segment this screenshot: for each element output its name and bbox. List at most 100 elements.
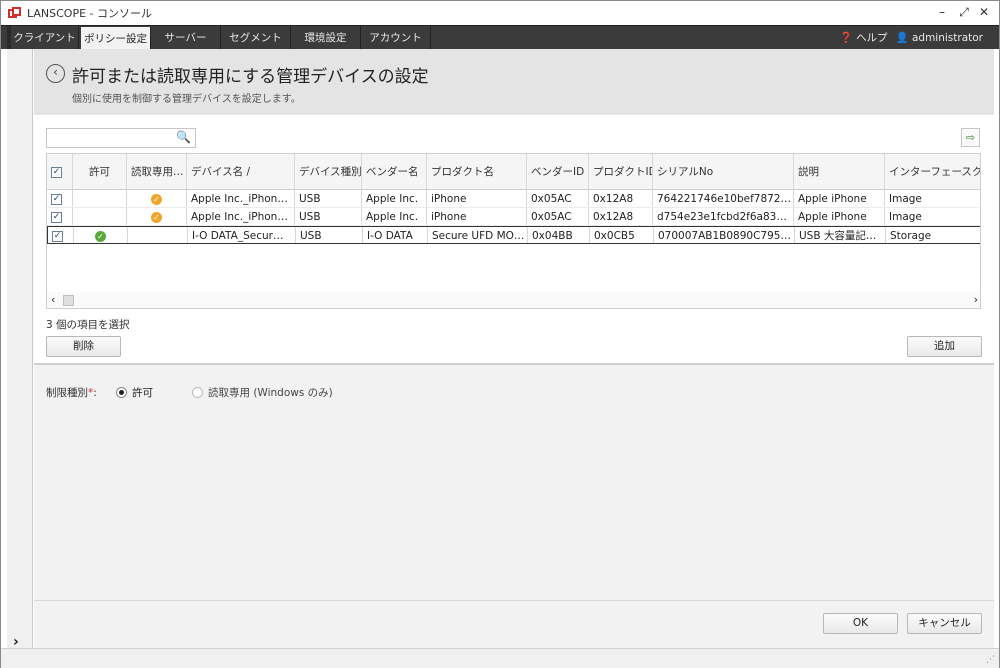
radio-readonly[interactable]: 読取専用 (Windows のみ) (192, 385, 333, 400)
readonly-cell: ✓ (127, 208, 187, 225)
col-description[interactable]: 説明 (794, 154, 885, 189)
app-window: LANSCOPE - コンソール – ⤢ ✕ クライアント ポリシー設定 サーバ… (0, 0, 1000, 668)
lanscope-logo-icon (8, 7, 22, 19)
delete-button[interactable]: 削除 (46, 336, 121, 357)
cancel-button[interactable]: キャンセル (907, 613, 982, 634)
radio-allow-label: 許可 (132, 387, 153, 399)
col-allow[interactable]: 許可 (73, 154, 127, 189)
tab-server[interactable]: サーバー (151, 26, 221, 50)
help-icon: ❓ (839, 32, 853, 44)
vendor-id-cell: 0x04BB (528, 227, 590, 243)
side-panel: › (7, 49, 33, 654)
scroll-thumb[interactable] (63, 295, 74, 306)
vendor-id-cell: 0x05AC (527, 208, 589, 225)
serial-cell: 764221746e10bef7872… (653, 190, 794, 207)
row-checkbox[interactable]: ✓ (52, 230, 63, 242)
vendor-name-cell: I-O DATA (363, 227, 428, 243)
allow-cell (73, 208, 127, 225)
search-input[interactable]: 🔍 (46, 128, 196, 148)
window-title: LANSCOPE - コンソール (27, 7, 153, 20)
readonly-check-icon: ✓ (151, 211, 162, 223)
readonly-cell (128, 227, 188, 243)
col-product-id[interactable]: プロダクトID (589, 154, 653, 189)
allow-cell (73, 190, 127, 207)
help-link[interactable]: ❓ ヘルプ (840, 26, 888, 50)
table-header: ✓ 許可 読取専用… デバイス名 / デバイス種別 ベンダー名 プロダクト名 ベ… (47, 154, 980, 190)
radio-readonly-circle[interactable] (192, 387, 203, 398)
vendor-name-cell: Apple Inc. (362, 190, 427, 207)
table-row[interactable]: ✓ ✓ Apple Inc._iPhon… USB Apple Inc. iPh… (47, 190, 980, 208)
user-menu[interactable]: 👤 administrator (896, 26, 983, 50)
title-bar: LANSCOPE - コンソール – ⤢ ✕ (1, 1, 999, 25)
device-type-cell: USB (295, 208, 362, 225)
col-device-type[interactable]: デバイス種別 (295, 154, 362, 189)
allow-cell: ✓ (74, 227, 128, 243)
device-table: ✓ 許可 読取専用… デバイス名 / デバイス種別 ベンダー名 プロダクト名 ベ… (46, 153, 981, 309)
horizontal-scrollbar[interactable]: ‹ › (47, 292, 980, 308)
readonly-check-icon: ✓ (151, 193, 162, 205)
row-checkbox-cell[interactable]: ✓ (47, 208, 73, 225)
status-bar: ⋰ (1, 648, 999, 668)
row-checkbox[interactable]: ✓ (51, 211, 62, 223)
col-vendor-id[interactable]: ベンダーID (527, 154, 589, 189)
tab-environment[interactable]: 環境設定 (291, 26, 361, 50)
menu-right: ❓ ヘルプ 👤 administrator (840, 26, 983, 50)
select-all-checkbox[interactable]: ✓ (51, 166, 62, 178)
device-type-cell: USB (296, 227, 363, 243)
maximize-icon[interactable]: ⤢ (957, 5, 971, 20)
readonly-cell: ✓ (127, 190, 187, 207)
col-product-name[interactable]: プロダクト名 (427, 154, 527, 189)
radio-allow[interactable]: 許可 (116, 385, 153, 400)
user-name: administrator (911, 32, 983, 44)
add-button[interactable]: 追加 (907, 336, 982, 357)
export-button[interactable]: ⇨ (961, 128, 980, 147)
selection-count: 3 個の項目を選択 (46, 319, 130, 331)
col-serial[interactable]: シリアルNo (653, 154, 794, 189)
select-all-checkbox-cell[interactable]: ✓ (47, 154, 73, 189)
radio-allow-circle[interactable] (116, 387, 127, 398)
tab-policy[interactable]: ポリシー設定 (81, 27, 151, 50)
table-row[interactable]: ✓ ✓ Apple Inc._iPhon… USB Apple Inc. iPh… (47, 208, 980, 226)
interface-cell: Image (889, 211, 922, 223)
tab-account[interactable]: アカウント (361, 26, 431, 50)
table-row-selected[interactable]: ✓ ✓ I-O DATA_Secur… USB I-O DATA Secure … (47, 226, 980, 244)
col-readonly[interactable]: 読取専用… (127, 154, 187, 189)
close-icon[interactable]: ✕ (977, 5, 991, 19)
scroll-right-icon[interactable]: › (974, 293, 978, 306)
col-vendor-name[interactable]: ベンダー名 (362, 154, 427, 189)
vendor-name-cell: Apple Inc. (362, 208, 427, 225)
product-id-cell: 0x12A8 (589, 190, 653, 207)
main-menu: クライアント ポリシー設定 サーバー セグメント 環境設定 アカウント ❓ ヘル… (1, 25, 999, 50)
back-button[interactable]: ‹ (46, 64, 65, 83)
device-name-cell: Apple Inc._iPhon… (187, 190, 295, 207)
row-checkbox-cell[interactable]: ✓ (47, 190, 73, 207)
page-title: 許可または読取専用にする管理デバイスの設定 (72, 67, 429, 87)
product-name-cell: iPhone (427, 208, 527, 225)
col-device-name[interactable]: デバイス名 / (187, 154, 295, 189)
restriction-label-text: 制限種別 (46, 387, 88, 399)
product-name-cell: Secure UFD MO… (428, 227, 528, 243)
row-checkbox[interactable]: ✓ (51, 193, 62, 205)
product-id-cell: 0x12A8 (589, 208, 653, 225)
device-list-panel: 🔍 ⇨ ✓ 許可 読取専用… デバイス名 / デバイス種別 ベンダー名 プロダク… (34, 115, 994, 363)
tab-segment[interactable]: セグメント (221, 26, 291, 50)
dialog-footer: OK キャンセル (34, 600, 994, 648)
restriction-label: 制限種別*: (46, 385, 97, 400)
description-cell: Apple iPhone (794, 190, 885, 207)
ok-button[interactable]: OK (823, 613, 898, 634)
search-icon[interactable]: 🔍 (176, 130, 191, 144)
minimize-icon[interactable]: – (935, 5, 949, 19)
tab-client[interactable]: クライアント (11, 26, 79, 50)
row-checkbox-cell[interactable]: ✓ (48, 227, 74, 243)
resize-grip-icon[interactable]: ⋰ (986, 655, 995, 665)
scroll-left-icon[interactable]: ‹ (51, 293, 55, 306)
help-label: ヘルプ (856, 32, 888, 44)
device-type-cell: USB (295, 190, 362, 207)
description-cell: Apple iPhone (794, 208, 885, 225)
export-icon: ⇨ (965, 131, 976, 144)
serial-cell: d754e23e1fcbd2f6a83… (653, 208, 794, 225)
radio-readonly-label: 読取専用 (Windows のみ) (208, 387, 333, 399)
col-interface-class[interactable]: インターフェースクラス (885, 154, 980, 189)
description-cell: USB 大容量記… (795, 227, 886, 243)
product-id-cell: 0x0CB5 (590, 227, 654, 243)
